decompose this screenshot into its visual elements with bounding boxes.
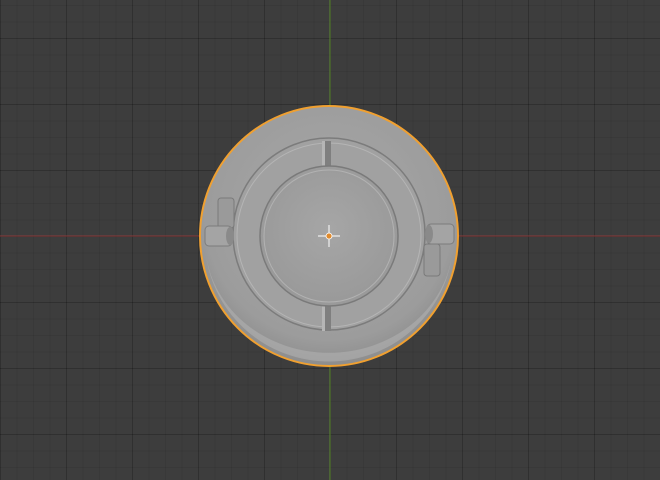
viewport-canvas [0,0,660,480]
3d-viewport[interactable] [0,0,660,480]
